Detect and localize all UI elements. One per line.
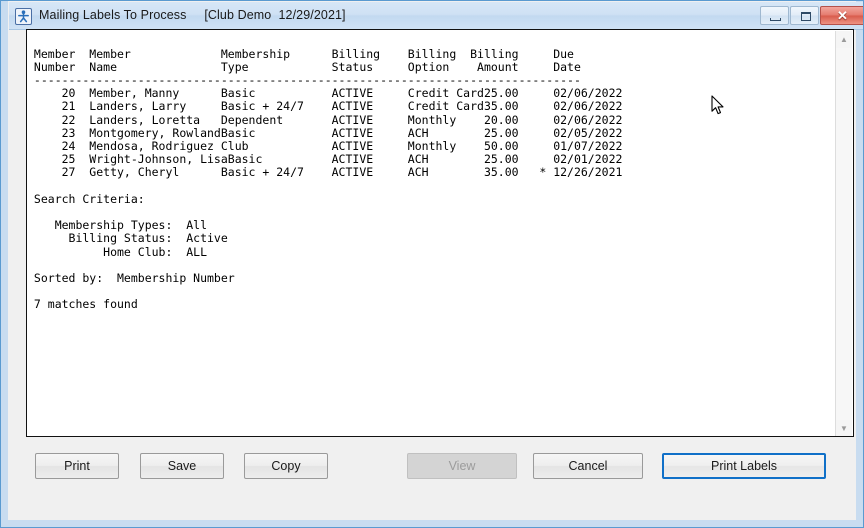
view-button: View [407,453,517,479]
maximize-button[interactable] [790,6,819,25]
dialog-button-bar: Print Save Copy View Cancel Print Labels [9,441,863,511]
minimize-button[interactable] [760,6,789,25]
window-title: Mailing Labels To Process [Club Demo 12/… [39,8,346,22]
scroll-down-arrow-icon[interactable]: ▼ [836,420,852,437]
scrollbar-track[interactable] [836,48,852,420]
scroll-up-arrow-icon[interactable]: ▲ [836,31,852,48]
report-output-panel: Member Member Membership Billing Billing… [26,29,854,437]
maximize-icon [801,12,811,21]
close-button[interactable]: ✕ [820,6,864,25]
cancel-button[interactable]: Cancel [533,453,643,479]
report-text-content: Member Member Membership Billing Billing… [27,42,819,312]
print-labels-button[interactable]: Print Labels [662,453,826,479]
save-button[interactable]: Save [140,453,224,479]
window-controls: ✕ [760,6,864,25]
application-window: Mailing Labels To Process [Club Demo 12/… [0,0,864,528]
close-icon: ✕ [821,7,864,24]
minimize-icon [770,18,781,21]
copy-button[interactable]: Copy [244,453,328,479]
print-button[interactable]: Print [35,453,119,479]
title-bar[interactable]: Mailing Labels To Process [Club Demo 12/… [9,2,864,30]
member-runner-icon [15,8,32,25]
vertical-scrollbar[interactable]: ▲ ▼ [835,31,852,437]
